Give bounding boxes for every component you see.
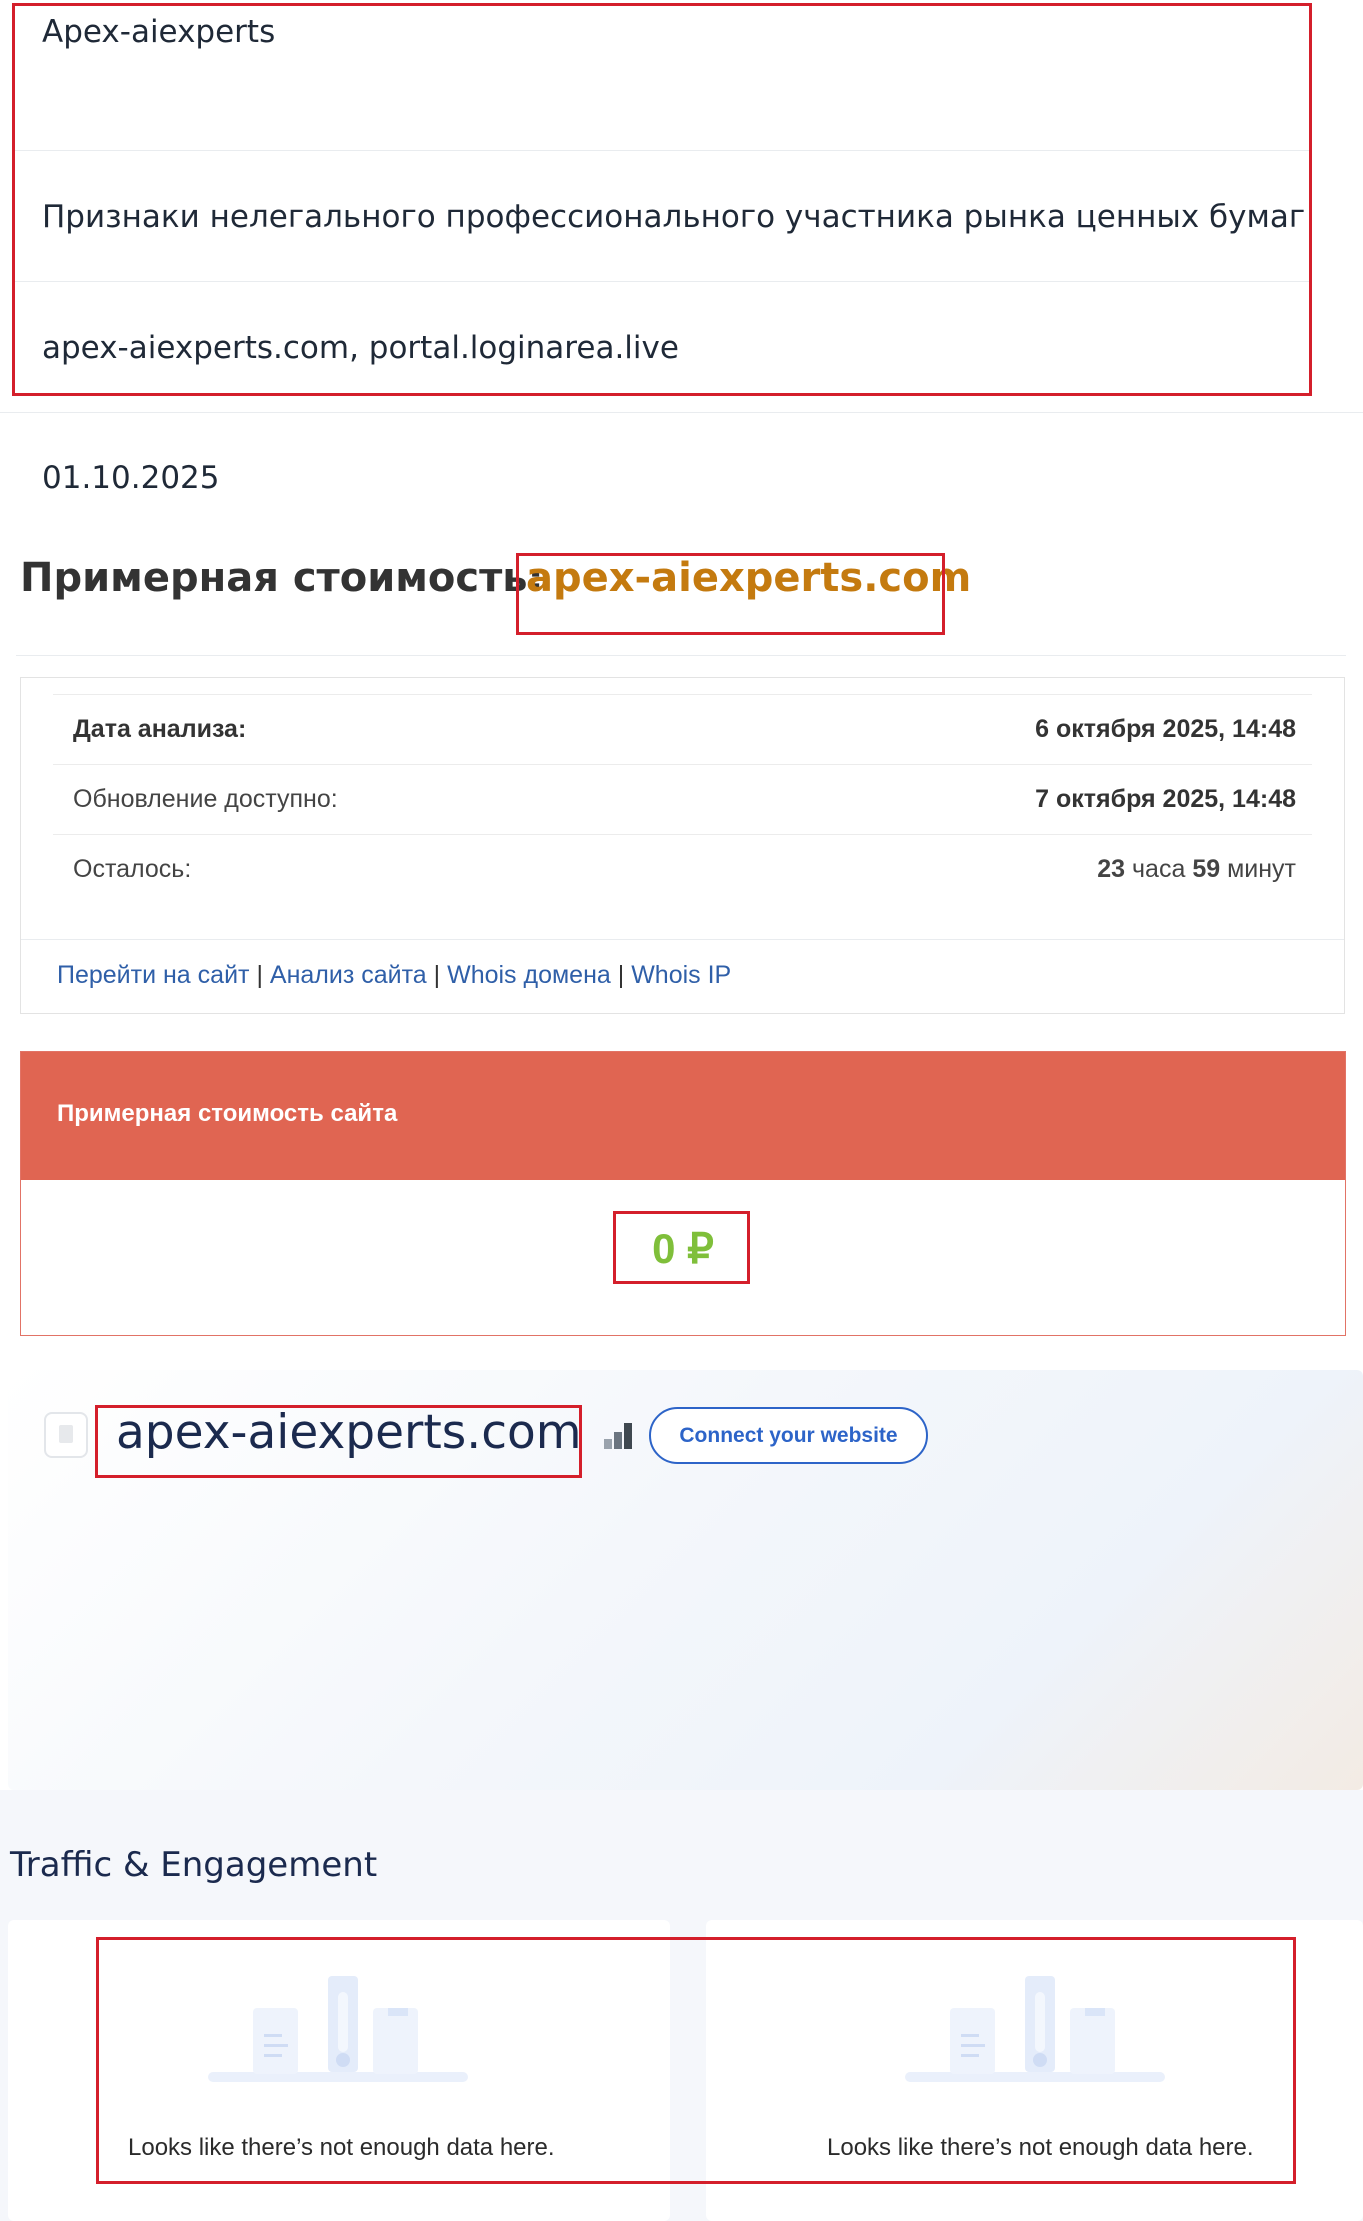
highlight-box-info — [12, 3, 1312, 396]
entity-date: 01.10.2025 — [42, 460, 220, 496]
divider — [21, 939, 1344, 940]
link-whois-domain[interactable]: Whois домена — [447, 961, 611, 989]
link-whois-ip[interactable]: Whois IP — [631, 961, 731, 989]
link-go-to-site[interactable]: Перейти на сайт — [57, 961, 249, 989]
table-row: Осталось: 23 часа 59 минут — [53, 834, 1312, 905]
highlight-box-heading-domain — [516, 553, 945, 635]
analysis-date-value: 6 октября 2025, 14:48 — [1035, 715, 1296, 743]
rank-bars-icon — [604, 1423, 632, 1449]
update-available-label: Обновление доступно: — [73, 785, 338, 813]
analysis-panel: Дата анализа: 6 октября 2025, 14:48 Обно… — [20, 677, 1345, 1014]
update-available-value: 7 октября 2025, 14:48 — [1035, 785, 1296, 813]
link-separator: | — [433, 961, 441, 989]
remaining-value: 23 часа 59 минут — [1097, 855, 1296, 884]
table-row: Дата анализа: 6 октября 2025, 14:48 — [53, 694, 1312, 765]
site-cost-card: Примерная стоимость сайта 0 ₽ — [20, 1051, 1346, 1336]
highlight-box-cost-value — [613, 1211, 750, 1284]
traffic-title: Traffic & Engagement — [10, 1845, 378, 1885]
link-site-analysis[interactable]: Анализ сайта — [270, 961, 427, 989]
page-title: Примерная стоимость: — [20, 555, 544, 601]
remaining-label: Осталось: — [73, 855, 192, 883]
site-cost-title: Примерная стоимость сайта — [57, 1100, 398, 1127]
highlight-box-traffic — [96, 1937, 1296, 2184]
remaining-hours-unit: часа — [1132, 855, 1186, 883]
connect-website-button[interactable]: Connect your website — [649, 1407, 928, 1464]
divider — [16, 655, 1346, 656]
link-separator: | — [256, 961, 263, 989]
site-links: Перейти на сайт | Анализ сайта | Whois д… — [57, 961, 731, 990]
remaining-minutes: 59 — [1192, 855, 1221, 883]
file-icon — [44, 1412, 88, 1458]
divider — [0, 412, 1363, 413]
site-cost-header: Примерная стоимость сайта — [21, 1052, 1345, 1180]
link-separator: | — [617, 961, 625, 989]
table-row: Обновление доступно: 7 октября 2025, 14:… — [53, 764, 1312, 835]
remaining-hours: 23 — [1097, 855, 1126, 883]
analysis-date-label: Дата анализа: — [73, 715, 247, 743]
remaining-minutes-unit: минут — [1227, 855, 1296, 883]
highlight-box-site-domain — [95, 1405, 582, 1478]
